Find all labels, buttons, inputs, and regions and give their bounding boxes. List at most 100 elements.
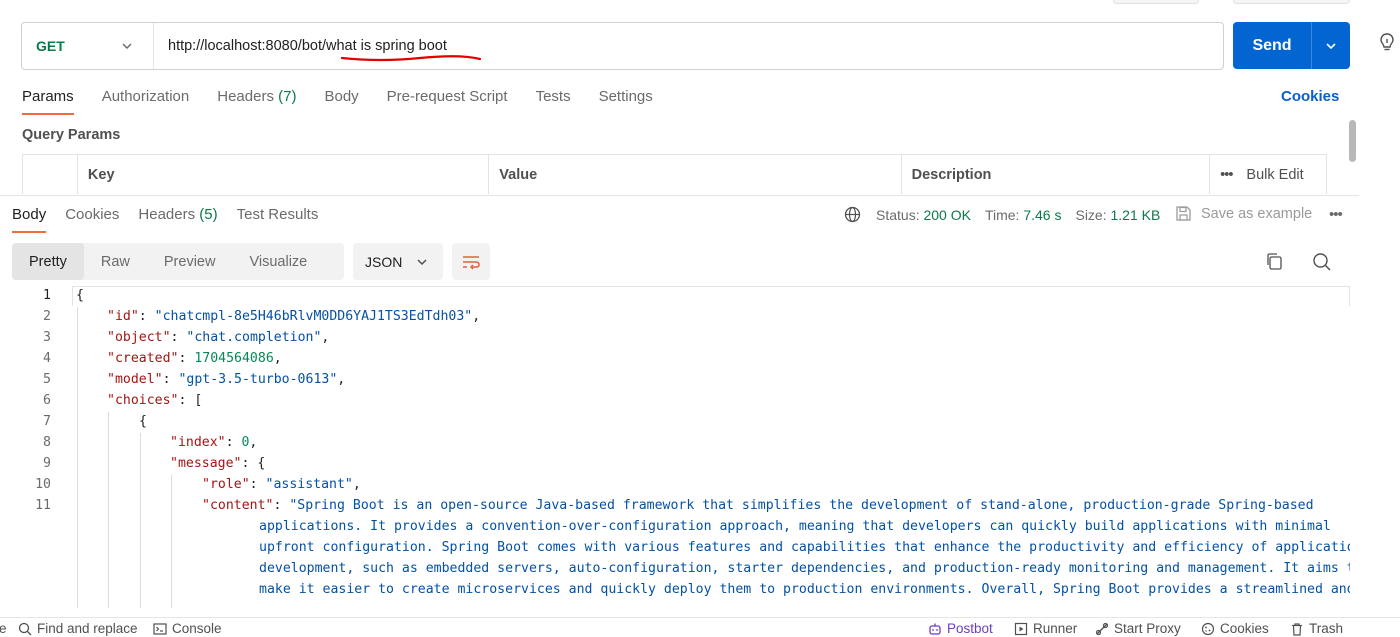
code-line: "created": 1704564086, — [107, 351, 282, 366]
code-line: { — [139, 414, 147, 429]
wrap-lines-icon — [463, 255, 480, 270]
method-select[interactable]: GET — [22, 23, 154, 69]
red-underline-annotation — [340, 55, 482, 62]
cookie-icon — [1201, 622, 1215, 635]
search-icon[interactable] — [1312, 252, 1332, 272]
code-current-line-frame — [72, 286, 1350, 306]
save-as-example-button[interactable]: Save as example — [1175, 205, 1312, 222]
start-proxy-button[interactable]: Start Proxy — [1095, 621, 1181, 636]
tab-params[interactable]: Params — [22, 88, 74, 115]
tab-authorization[interactable]: Authorization — [102, 88, 190, 115]
code-line: "model": "gpt-3.5-turbo-0613", — [107, 372, 346, 387]
save-as-example-label: Save as example — [1201, 205, 1313, 222]
tab-tests[interactable]: Tests — [536, 88, 571, 115]
format-tab-visualize[interactable]: Visualize — [232, 243, 324, 280]
lightbulb-icon[interactable] — [1378, 31, 1396, 53]
time-value: 7.46 s — [1023, 206, 1062, 223]
format-tab-preview[interactable]: Preview — [147, 243, 233, 280]
format-tab-raw[interactable]: Raw — [84, 243, 147, 280]
response-headers-count: (5) — [199, 206, 218, 223]
indent-guide — [171, 475, 172, 608]
cookies-link[interactable]: Cookies — [1281, 88, 1339, 105]
top-toolbar-button[interactable] — [1113, 0, 1199, 4]
line-number: 9 — [43, 456, 51, 471]
bulk-edit-cell[interactable]: ••• Bulk Edit — [1209, 155, 1326, 194]
format-tabs: Pretty Raw Preview Visualize — [12, 243, 344, 280]
code-line-wrapped: upfront configuration. Spring Boot comes… — [259, 540, 1350, 555]
trash-button[interactable]: Trash — [1290, 621, 1343, 636]
globe-icon[interactable] — [844, 206, 861, 223]
line-number: 4 — [43, 351, 51, 366]
request-tabs: Params Authorization Headers (7) Body Pr… — [22, 88, 681, 115]
code-line: { — [76, 288, 84, 303]
indent-guide — [77, 307, 78, 608]
format-select-value: JSON — [365, 253, 403, 270]
copy-icon[interactable] — [1265, 252, 1284, 271]
response-status: Status: 200 OK Time: 7.46 s Size: 1.21 K… — [844, 206, 1174, 223]
code-line: "object": "chat.completion", — [107, 330, 330, 345]
time-indicator[interactable]: Time: 7.46 s — [985, 207, 1062, 223]
status-bar-cut-item[interactable]: e — [0, 621, 7, 636]
request-url-bar: GET http://localhost:8080/bot/what is sp… — [21, 22, 1224, 70]
format-select[interactable]: JSON — [353, 243, 443, 280]
query-params-title: Query Params — [22, 127, 121, 143]
chevron-down-icon — [417, 258, 427, 265]
checkbox-column — [23, 155, 77, 194]
line-number: 10 — [35, 477, 51, 492]
query-params-table-header: Key Value Description ••• Bulk Edit — [22, 154, 1327, 194]
code-line: "index": 0, — [170, 435, 258, 450]
pane-divider[interactable] — [0, 195, 1359, 196]
line-number: 1 — [43, 288, 51, 303]
wrap-lines-button[interactable] — [452, 243, 490, 280]
indent-guide — [108, 412, 109, 608]
size-indicator[interactable]: Size: 1.21 KB — [1075, 207, 1160, 223]
code-line-wrapped: make it easier to create microservices a… — [259, 582, 1350, 597]
code-line: "message": { — [170, 456, 266, 471]
vertical-scrollbar[interactable] — [1349, 120, 1356, 162]
top-toolbar-button[interactable] — [1233, 0, 1350, 4]
postbot-button[interactable]: Postbot — [928, 621, 993, 636]
url-input[interactable]: http://localhost:8080/bot/what is spring… — [154, 38, 447, 54]
column-key: Key — [76, 155, 488, 194]
indent-guide — [140, 433, 141, 608]
code-line: "id": "chatcmpl-8e5H46bRlvM0DD6YAJ1TS3Ed… — [107, 309, 481, 324]
chevron-down-icon — [122, 43, 132, 50]
status-indicator[interactable]: Status: 200 OK — [876, 207, 971, 223]
response-tab-cookies[interactable]: Cookies — [65, 206, 119, 233]
runner-icon — [1014, 622, 1028, 635]
tab-pre-request-script[interactable]: Pre-request Script — [387, 88, 508, 115]
more-options-icon[interactable]: ••• — [1329, 206, 1343, 223]
method-label: GET — [36, 38, 65, 54]
tab-headers[interactable]: Headers (7) — [217, 88, 296, 115]
console-button[interactable]: Console — [153, 621, 222, 636]
column-description: Description — [900, 155, 1210, 194]
format-tab-pretty[interactable]: Pretty — [12, 243, 84, 280]
tab-settings[interactable]: Settings — [599, 88, 653, 115]
response-body-viewer[interactable]: 1 2 3 4 5 6 7 8 9 10 11 { "id": "chatcmp… — [0, 286, 1350, 608]
code-line: "content": "Spring Boot is an open-sourc… — [202, 498, 1314, 513]
chevron-down-icon — [1326, 42, 1336, 49]
code-line-wrapped: development, such as embedded servers, a… — [259, 561, 1350, 576]
url-base: http://localhost:8080/bot/ — [168, 38, 326, 54]
send-button-label: Send — [1252, 36, 1292, 54]
code-line: "choices": [ — [107, 393, 203, 408]
runner-button[interactable]: Runner — [1014, 621, 1077, 636]
trash-icon — [1292, 622, 1302, 636]
code-line: "role": "assistant", — [202, 477, 361, 492]
send-options-chevron[interactable] — [1312, 40, 1350, 52]
find-replace-button[interactable]: Find and replace — [18, 621, 138, 636]
cookies-footer-button[interactable]: Cookies — [1201, 621, 1269, 636]
proxy-icon — [1095, 622, 1109, 635]
search-icon — [18, 622, 32, 635]
line-number: 8 — [43, 435, 51, 450]
send-button[interactable]: Send — [1233, 22, 1350, 69]
tab-body[interactable]: Body — [324, 88, 358, 115]
response-tab-headers[interactable]: Headers (5) — [138, 206, 217, 233]
response-tab-test-results[interactable]: Test Results — [237, 206, 319, 233]
status-value: 200 OK — [923, 206, 971, 223]
line-number: 6 — [43, 393, 51, 408]
response-tab-body[interactable]: Body — [12, 206, 47, 233]
size-value: 1.21 KB — [1110, 206, 1161, 223]
postbot-icon — [929, 623, 941, 635]
response-tabs: Body Cookies Headers (5) Test Results — [12, 206, 337, 233]
